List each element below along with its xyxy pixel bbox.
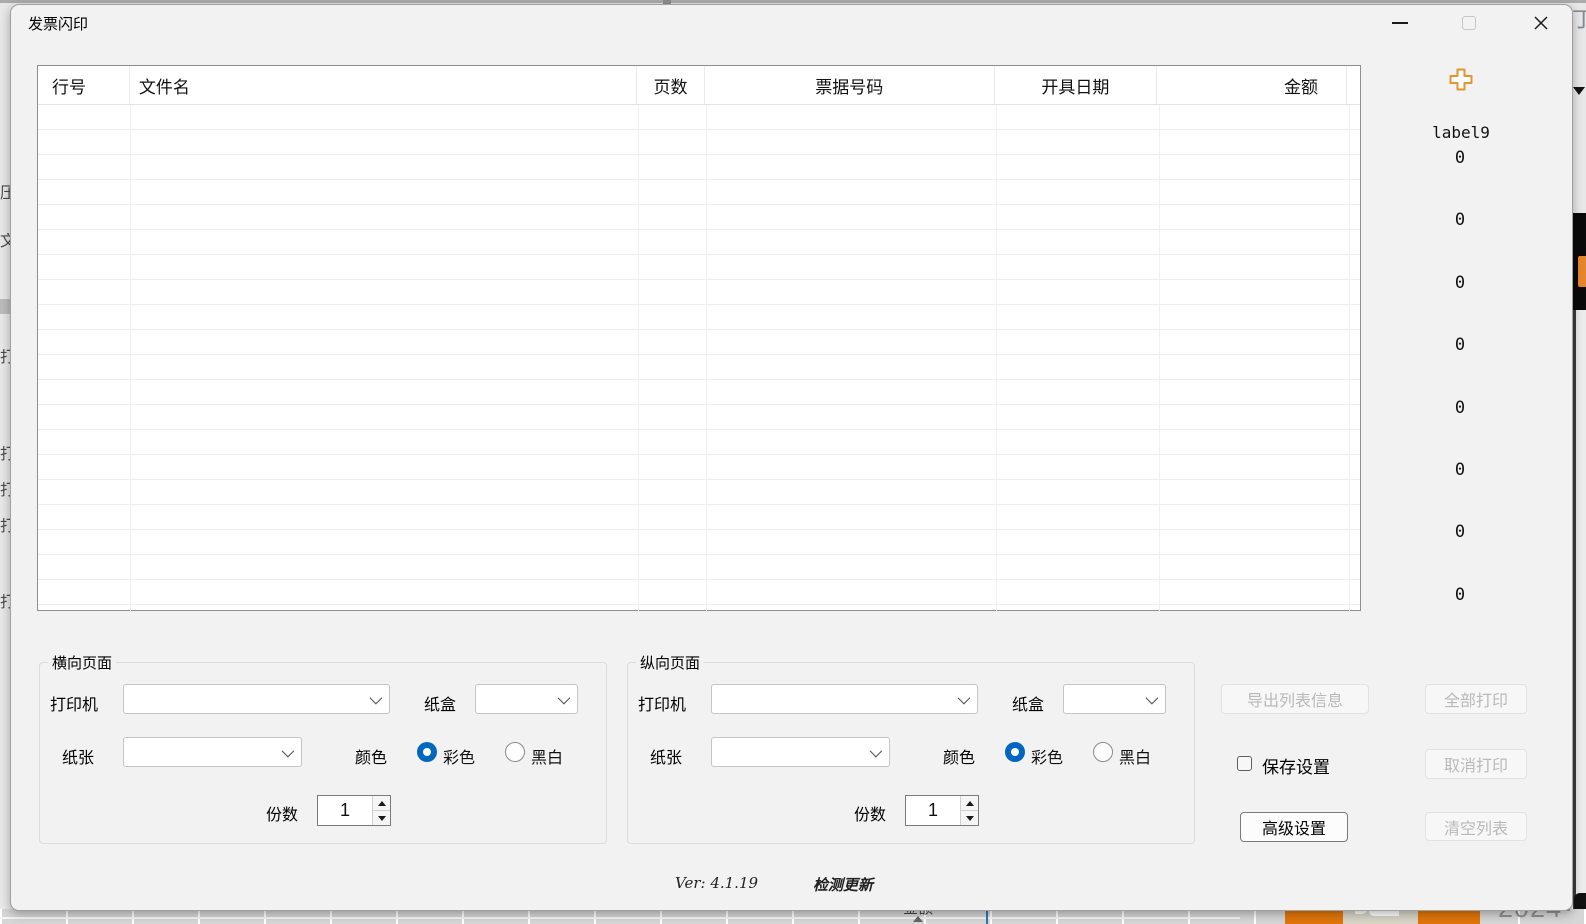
column-header-amount: 金额 <box>1157 66 1347 104</box>
triangle-down-icon <box>378 816 386 821</box>
counter-value: 0 <box>1446 522 1474 542</box>
chevron-down-icon <box>282 744 295 757</box>
copies-value: 1 <box>318 796 372 825</box>
portrait-printer-select[interactable] <box>711 684 978 714</box>
portrait-tray-select[interactable] <box>1063 684 1166 714</box>
chevron-down-icon <box>958 691 971 704</box>
column-divider <box>706 105 707 612</box>
column-divider <box>1159 105 1160 612</box>
landscape-copies-stepper[interactable]: 1 <box>317 795 391 826</box>
landscape-paper-select[interactable] <box>123 737 302 767</box>
portrait-copies-stepper[interactable]: 1 <box>905 795 979 826</box>
printer-label: 打印机 <box>638 691 686 715</box>
portrait-group-title: 纵向页面 <box>636 652 704 673</box>
tray-label: 纸盒 <box>1012 691 1044 715</box>
copies-value: 1 <box>906 796 960 825</box>
check-update-link[interactable]: 检测更新 <box>813 874 873 895</box>
counter-value: 0 <box>1446 585 1474 605</box>
chevron-down-icon <box>1146 691 1159 704</box>
radio-dot <box>423 748 431 756</box>
clear-list-button[interactable]: 清空列表 <box>1425 812 1527 841</box>
save-settings-label: 保存设置 <box>1262 753 1330 778</box>
column-divider <box>638 105 639 612</box>
version-text: Ver: 4.1.19 <box>675 874 758 892</box>
table-header-row: 行号 文件名 页数 票据号码 开具日期 金额 <box>38 66 1360 105</box>
window-title: 发票闪印 <box>28 13 88 34</box>
file-list-table: 行号 文件名 页数 票据号码 开具日期 金额 <box>37 65 1361 611</box>
radio-bw-label: 黑白 <box>531 744 563 768</box>
column-divider <box>1349 105 1350 612</box>
minimize-icon <box>1392 22 1408 24</box>
radio-dot <box>1011 748 1019 756</box>
copies-label: 份数 <box>266 801 298 825</box>
radio-bw[interactable] <box>505 742 525 762</box>
triangle-up-icon <box>378 801 386 806</box>
landscape-printer-select[interactable] <box>123 684 390 714</box>
paper-label: 纸张 <box>650 744 682 768</box>
table-body-empty[interactable] <box>38 105 1360 612</box>
spinner-up-button[interactable] <box>961 796 978 810</box>
printer-label: 打印机 <box>50 691 98 715</box>
tray-label: 纸盒 <box>424 691 456 715</box>
radio-color-label: 彩色 <box>1031 744 1063 768</box>
close-button[interactable] <box>1523 8 1559 38</box>
maximize-button[interactable] <box>1451 8 1487 38</box>
triangle-up-icon <box>966 801 974 806</box>
column-header-spacer <box>1347 66 1360 104</box>
copies-label: 份数 <box>854 801 886 825</box>
landscape-group-title: 横向页面 <box>48 652 116 673</box>
advanced-settings-button[interactable]: 高级设置 <box>1240 812 1348 842</box>
radio-bw[interactable] <box>1093 742 1113 762</box>
counter-value: 0 <box>1446 210 1474 230</box>
plus-icon <box>1449 68 1473 91</box>
spinner-down-button[interactable] <box>961 810 978 825</box>
radio-color-selected[interactable] <box>1005 742 1025 762</box>
column-header-invoice-number: 票据号码 <box>705 66 995 104</box>
radio-bw-label: 黑白 <box>1119 744 1151 768</box>
add-file-button[interactable] <box>1449 68 1473 91</box>
column-header-filename: 文件名 <box>130 66 637 104</box>
landscape-tray-select[interactable] <box>475 684 578 714</box>
save-settings-checkbox[interactable] <box>1237 756 1252 771</box>
column-header-row-number: 行号 <box>38 66 130 104</box>
paper-label: 纸张 <box>62 744 94 768</box>
counter-value: 0 <box>1446 273 1474 293</box>
portrait-paper-select[interactable] <box>711 737 890 767</box>
column-header-issue-date: 开具日期 <box>995 66 1158 104</box>
spinner-down-button[interactable] <box>373 810 390 825</box>
minimize-button[interactable] <box>1382 8 1418 38</box>
counter-value: 0 <box>1446 148 1474 168</box>
spinner-up-button[interactable] <box>373 796 390 810</box>
chevron-down-icon <box>370 691 383 704</box>
column-divider <box>130 105 131 612</box>
label9-text: label9 <box>1427 123 1495 142</box>
chevron-down-icon <box>558 691 571 704</box>
color-label: 颜色 <box>355 744 387 768</box>
close-icon <box>1533 15 1549 31</box>
counter-value: 0 <box>1446 460 1474 480</box>
column-divider <box>996 105 997 612</box>
cancel-print-button[interactable]: 取消打印 <box>1425 749 1527 779</box>
radio-color-label: 彩色 <box>443 744 475 768</box>
triangle-down-icon <box>966 816 974 821</box>
counter-value: 0 <box>1446 335 1474 355</box>
maximize-icon <box>1462 16 1476 30</box>
counter-value: 0 <box>1446 398 1474 418</box>
print-all-button[interactable]: 全部打印 <box>1425 684 1527 714</box>
chevron-down-icon <box>870 744 883 757</box>
export-list-button[interactable]: 导出列表信息 <box>1221 684 1369 714</box>
column-header-pages: 页数 <box>637 66 705 104</box>
screen: 压 文 打 打 打 打 打 丁 金额 2024-0 发票闪印 <box>0 0 1586 924</box>
color-label: 颜色 <box>943 744 975 768</box>
radio-color-selected[interactable] <box>417 742 437 762</box>
